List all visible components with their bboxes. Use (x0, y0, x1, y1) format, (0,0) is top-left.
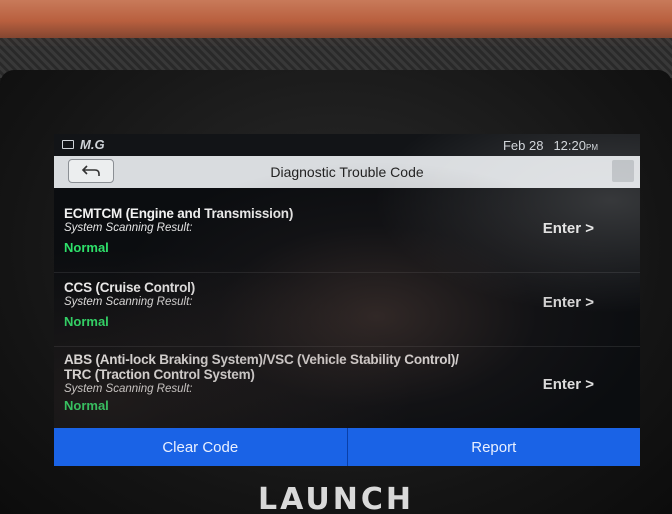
footer-bar: Clear Code Report (54, 428, 640, 466)
back-arrow-icon (81, 165, 100, 176)
system-name: ECMTCM (Engine and Transmission) (64, 206, 294, 221)
system-name: CCS (Cruise Control) (64, 280, 196, 295)
system-name-line1: ABS (Anti-lock Braking System)/VSC (Vehi… (64, 352, 459, 367)
system-row-ccs: CCS (Cruise Control) System Scanning Res… (64, 280, 634, 329)
status-bar: M.G Feb 28 12:20PM (54, 134, 640, 156)
back-button[interactable] (68, 159, 114, 183)
enter-button-ecm[interactable]: Enter > (543, 220, 594, 237)
status-date: Feb 28 (502, 138, 544, 153)
status-badge: Normal (64, 398, 109, 413)
status-badge: Normal (64, 240, 109, 255)
title-bar: Diagnostic Trouble Code (54, 156, 640, 188)
report-button[interactable]: Report (348, 428, 641, 466)
enter-button-ccs[interactable]: Enter > (543, 294, 594, 311)
page-title: Diagnostic Trouble Code (270, 164, 424, 180)
enter-button-abs[interactable]: Enter > (543, 376, 594, 393)
signal-indicator: M.G (80, 137, 105, 152)
device-brand-logo: LAUNCH (257, 482, 414, 514)
row-divider (54, 272, 640, 273)
system-row-ecm: ECMTCM (Engine and Transmission) System … (64, 206, 634, 255)
status-badge: Normal (64, 314, 109, 329)
status-time: 12:20PM (553, 138, 598, 153)
image-icon (62, 140, 74, 149)
save-icon[interactable] (612, 160, 634, 182)
clear-code-button[interactable]: Clear Code (54, 428, 347, 466)
status-ampm: PM (586, 143, 598, 152)
row-divider (54, 346, 640, 347)
system-list: ECMTCM (Engine and Transmission) System … (54, 188, 640, 426)
system-row-abs: ABS (Anti-lock Braking System)/VSC (Vehi… (64, 352, 634, 413)
device-screen: M.G Feb 28 12:20PM Diagnostic Trouble Co… (54, 134, 640, 466)
